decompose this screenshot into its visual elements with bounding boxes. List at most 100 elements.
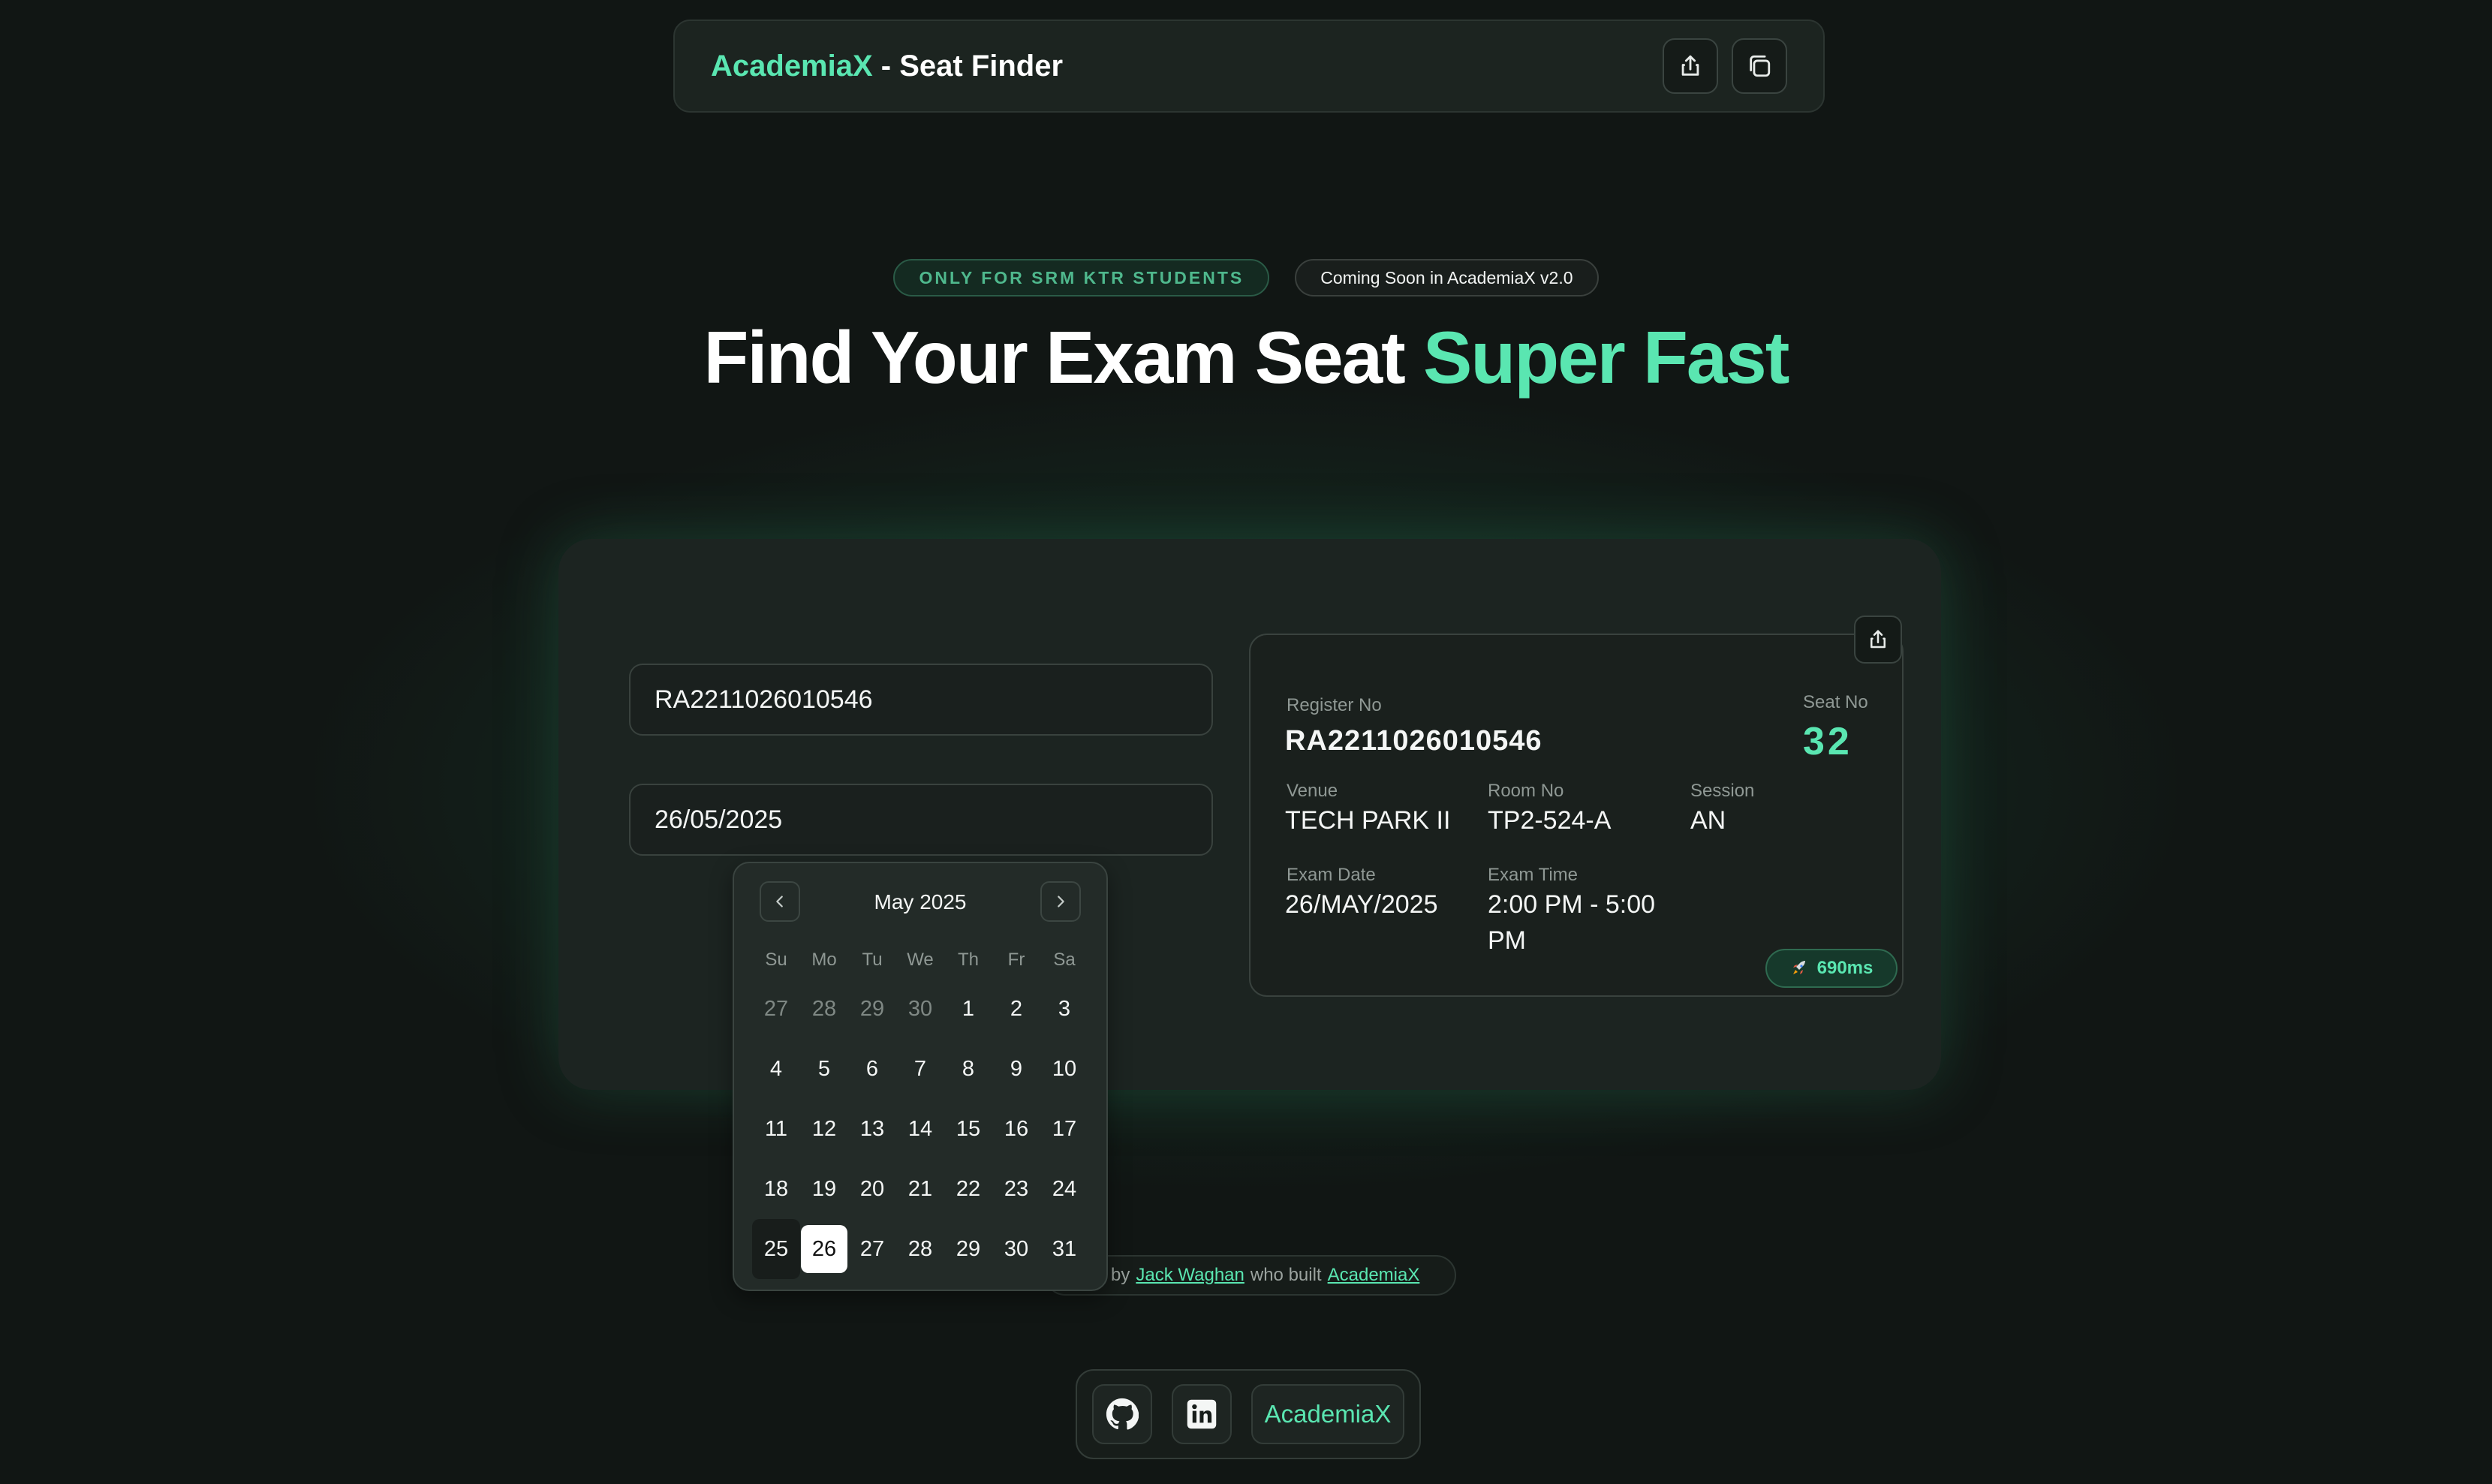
calendar-day[interactable]: 30: [992, 1219, 1040, 1279]
calendar-day[interactable]: 27: [752, 979, 800, 1039]
share-icon: [1871, 630, 1886, 649]
hero-title-accent: Super Fast: [1422, 316, 1789, 399]
next-month-button[interactable]: [1040, 881, 1081, 922]
rocket-icon: [1792, 961, 1805, 974]
calendar-day[interactable]: 17: [1040, 1099, 1088, 1159]
calendar-day[interactable]: 21: [896, 1159, 944, 1219]
weekday-label: Fr: [1007, 950, 1025, 970]
weekday-label: Su: [765, 950, 787, 970]
calendar-day[interactable]: 5: [800, 1039, 848, 1099]
calendar-day-number: 17: [1052, 1116, 1077, 1141]
register-number-input[interactable]: RA2211026010546: [629, 664, 1213, 736]
linkedin-icon: [1187, 1399, 1217, 1429]
calendar-day[interactable]: 31: [1040, 1219, 1088, 1279]
calendar-day[interactable]: 13: [848, 1099, 896, 1159]
calendar-day[interactable]: 14: [896, 1099, 944, 1159]
calendar-day[interactable]: 3: [1040, 979, 1088, 1039]
calendar-day[interactable]: 10: [1040, 1039, 1088, 1099]
calendar-day-number: 23: [1004, 1176, 1029, 1201]
room-value: TP2-524-A: [1488, 806, 1612, 835]
calendar-day[interactable]: 27: [848, 1219, 896, 1279]
calendar-day[interactable]: 29: [848, 979, 896, 1039]
calendar-day-number: 30: [907, 996, 933, 1021]
calendar-day-number: 29: [859, 996, 885, 1021]
weekday-label: Tu: [862, 950, 883, 970]
calendar-day-number: 31: [1052, 1236, 1077, 1261]
result-card: Register No RA2211026010546 Seat No 32 V…: [1249, 634, 1904, 997]
hero-title: Find Your Exam Seat Super Fast: [0, 315, 2492, 400]
author-link[interactable]: Jack Waghan: [1136, 1265, 1244, 1286]
calendar-day[interactable]: 16: [992, 1099, 1040, 1159]
calendar-day[interactable]: 15: [944, 1099, 992, 1159]
calendar-day[interactable]: 12: [800, 1099, 848, 1159]
calendar-day[interactable]: 20: [848, 1159, 896, 1219]
session-value: AN: [1690, 806, 1726, 835]
calendar-day-number: 30: [1004, 1236, 1029, 1261]
calendar-day[interactable]: 28: [800, 979, 848, 1039]
audience-badge: ONLY FOR SRM KTR STUDENTS: [893, 259, 1270, 296]
exam-date-input[interactable]: 26/05/2025: [629, 784, 1213, 856]
seat-label: Seat No: [1803, 692, 1868, 712]
github-icon: [1106, 1398, 1139, 1430]
result-share-button[interactable]: [1854, 616, 1902, 664]
calendar-day-number: 8: [962, 1056, 975, 1081]
exam-time-label: Exam Time: [1488, 865, 1579, 885]
calendar-day[interactable]: 30: [896, 979, 944, 1039]
calendar-day-number: 22: [956, 1176, 981, 1201]
calendar-day-number: 9: [1010, 1056, 1023, 1081]
calendar-day-number: 29: [956, 1236, 981, 1261]
calendar-day-number: 6: [865, 1056, 879, 1081]
exam-time-line2: PM: [1488, 926, 1526, 955]
calendar-day[interactable]: 28: [896, 1219, 944, 1279]
seat-value: 32: [1803, 720, 1852, 763]
calendar-day-number: 7: [913, 1056, 927, 1081]
brand-name: AcademiaX: [711, 49, 873, 83]
venue-label: Venue: [1287, 781, 1338, 801]
hero-title-main: Find Your Exam Seat: [703, 316, 1423, 399]
calendar-day-number: 25: [763, 1236, 789, 1261]
room-label: Room No: [1488, 781, 1564, 801]
calendar-day[interactable]: 25: [752, 1219, 800, 1279]
academiax-link-button[interactable]: AcademiaX: [1251, 1384, 1404, 1444]
calendar-day[interactable]: 6: [848, 1039, 896, 1099]
share-button[interactable]: [1663, 38, 1718, 94]
calendar-day-number: 26: [801, 1225, 847, 1273]
credit-middle: who built: [1250, 1265, 1322, 1285]
calendar-day[interactable]: 24: [1040, 1159, 1088, 1219]
calendar-day[interactable]: 8: [944, 1039, 992, 1099]
calendar-day-number: 4: [769, 1056, 783, 1081]
calendar-day[interactable]: 18: [752, 1159, 800, 1219]
app-title: AcademiaX - Seat Finder: [711, 50, 1063, 83]
copy-button[interactable]: [1732, 38, 1787, 94]
calendar-day-selected[interactable]: 26: [800, 1219, 848, 1279]
calendar-day[interactable]: 2: [992, 979, 1040, 1039]
register-value: RA2211026010546: [1285, 725, 1542, 757]
calendar-grid: Su Mo Tu We Th Fr Sa 27 28 29 30 1 2 3 4 5 6 7 8 9 10 11 12 13 1…: [752, 941, 1088, 1279]
weekday-label: Th: [957, 950, 979, 970]
project-link[interactable]: AcademiaX: [1328, 1265, 1420, 1286]
calendar-day[interactable]: 22: [944, 1159, 992, 1219]
calendar-day[interactable]: 29: [944, 1219, 992, 1279]
calendar-day-number: 5: [817, 1056, 831, 1081]
calendar-day-number: 12: [811, 1116, 837, 1141]
top-header: AcademiaX - Seat Finder: [673, 20, 1825, 113]
calendar-day[interactable]: 1: [944, 979, 992, 1039]
register-number-value: RA2211026010546: [655, 685, 873, 714]
linkedin-button[interactable]: [1172, 1384, 1232, 1444]
calendar-day[interactable]: 19: [800, 1159, 848, 1219]
register-label: Register No: [1287, 695, 1382, 715]
calendar-day[interactable]: 23: [992, 1159, 1040, 1219]
calendar-day-number: 11: [764, 1116, 788, 1141]
github-button[interactable]: [1092, 1384, 1152, 1444]
calendar-day[interactable]: 9: [992, 1039, 1040, 1099]
exam-date-result: 26/MAY/2025: [1285, 890, 1438, 919]
weekday-label: Sa: [1053, 950, 1076, 970]
calendar-day[interactable]: 4: [752, 1039, 800, 1099]
calendar-day-number: 1: [962, 996, 975, 1021]
venue-value: TECH PARK II: [1285, 806, 1451, 835]
chevron-right-icon: [1058, 896, 1064, 908]
calendar-day-number: 27: [763, 996, 789, 1021]
calendar-day-number: 16: [1004, 1116, 1029, 1141]
calendar-day[interactable]: 11: [752, 1099, 800, 1159]
calendar-day[interactable]: 7: [896, 1039, 944, 1099]
